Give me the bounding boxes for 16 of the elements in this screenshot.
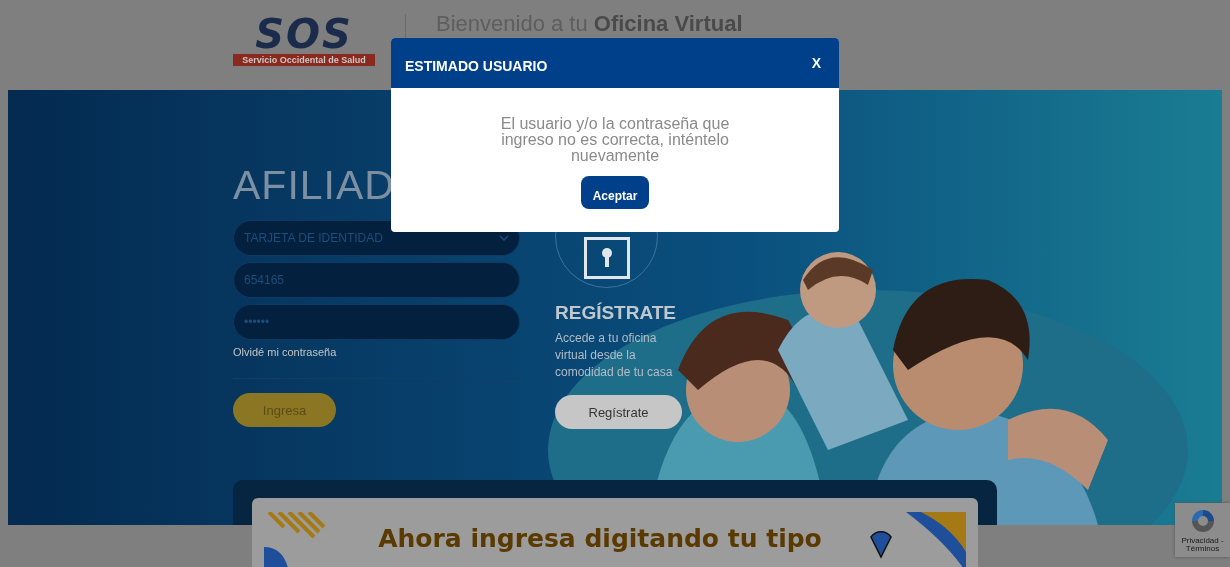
logo-wordmark: SOS [255,14,353,54]
recaptcha-links[interactable]: Privacidad - Términos [1177,537,1228,553]
login-heading: AFILIAD [233,161,396,210]
register-button[interactable]: Regístrate [555,395,682,429]
close-button[interactable]: X [807,55,825,71]
accept-button[interactable]: Aceptar [581,176,649,209]
banner-text: Ahora ingresa digitando tu tipo [378,524,822,553]
chevron-down-icon [499,235,509,241]
lock-icon [583,237,630,279]
recaptcha-badge[interactable]: Privacidad - Términos [1175,503,1230,557]
dialog-message: El usuario y/o la contraseña que ingreso no es correcta, inténtelo nuevamente [499,116,731,164]
register-heading: REGÍSTRATE [555,302,677,324]
register-text: Accede a tu oficina virtual desde la comodidad de tu casa [555,330,674,381]
forgot-password-link[interactable]: Olvidé mi contraseña [233,346,337,358]
logo-tagline: Servicio Occidental de Salud [233,54,375,66]
dialog-title: ESTIMADO USUARIO [405,58,548,74]
